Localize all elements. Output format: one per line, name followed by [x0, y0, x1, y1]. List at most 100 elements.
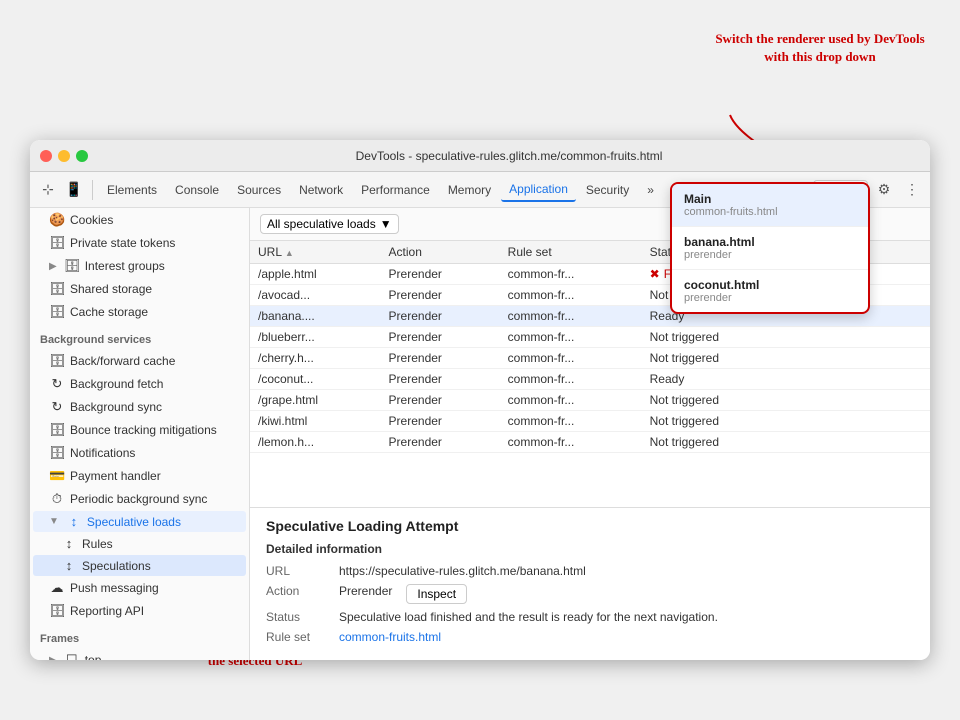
sidebar-item-cookies[interactable]: 🍪 Cookies — [33, 209, 246, 231]
cell-ruleset: common-fr... — [500, 432, 642, 453]
sidebar-item-notifications[interactable]: 🗄 Notifications — [33, 442, 246, 464]
tab-sources[interactable]: Sources — [229, 179, 289, 201]
ruleset-label: Rule set — [266, 630, 331, 644]
filter-dropdown-arrow: ▼ — [380, 217, 392, 231]
sidebar-label-payment: Payment handler — [70, 469, 161, 483]
toolbar-separator — [92, 180, 93, 200]
tab-performance[interactable]: Performance — [353, 179, 438, 201]
filter-dropdown[interactable]: All speculative loads ▼ — [260, 214, 399, 234]
sidebar-label-notifications: Notifications — [70, 446, 135, 460]
sidebar-item-reporting-api[interactable]: 🗄 Reporting API — [33, 600, 246, 622]
cell-status: Not triggered — [642, 348, 930, 369]
spec-loads-icon: ↕ — [66, 514, 82, 529]
sidebar-item-push-messaging[interactable]: ☁ Push messaging — [33, 577, 246, 599]
periodic-icon: ⏱ — [49, 491, 65, 507]
cell-url: /avocad... — [250, 285, 381, 306]
table-row[interactable]: /lemon.h...Prerendercommon-fr...Not trig… — [250, 432, 930, 453]
cell-action: Prerender — [381, 264, 500, 285]
table-row[interactable]: /cherry.h...Prerendercommon-fr...Not tri… — [250, 348, 930, 369]
sidebar-item-speculations[interactable]: ↕ Speculations — [33, 555, 246, 576]
devtools-window: DevTools - speculative-rules.glitch.me/c… — [30, 140, 930, 660]
status-value: Speculative load finished and the result… — [339, 610, 718, 624]
sidebar-label-backforward: Back/forward cache — [70, 354, 175, 368]
cell-status: Not triggered — [642, 432, 930, 453]
renderer-item-sub: prerender — [684, 249, 856, 261]
sidebar-item-bounce-tracking[interactable]: 🗄 Bounce tracking mitigations — [33, 419, 246, 441]
filter-label: All speculative loads — [267, 217, 376, 231]
cursor-icon[interactable]: ⊹ — [36, 178, 60, 202]
col-action: Action — [381, 241, 500, 264]
tab-security[interactable]: Security — [578, 179, 637, 201]
detail-row-url: URL https://speculative-rules.glitch.me/… — [266, 564, 914, 578]
frame-icon: ☐ — [64, 652, 80, 660]
close-button[interactable] — [40, 150, 52, 162]
tab-network[interactable]: Network — [291, 179, 351, 201]
cell-status: Not triggered — [642, 390, 930, 411]
sidebar-item-speculative-loads[interactable]: ▼ ↕ Speculative loads — [33, 511, 246, 532]
renderer-item-sub: common-fruits.html — [684, 206, 856, 218]
renderer-item-sub: prerender — [684, 292, 856, 304]
cell-action: Prerender — [381, 432, 500, 453]
cell-url: /cherry.h... — [250, 348, 381, 369]
sidebar-item-bg-sync[interactable]: ↻ Background sync — [33, 396, 246, 418]
sidebar-item-periodic-sync[interactable]: ⏱ Periodic background sync — [33, 488, 246, 510]
window-title: DevTools - speculative-rules.glitch.me/c… — [98, 149, 920, 163]
url-label: URL — [266, 564, 331, 578]
tab-more[interactable]: » — [639, 179, 662, 201]
tab-elements[interactable]: Elements — [99, 179, 165, 201]
sidebar-item-payment-handler[interactable]: 💳 Payment handler — [33, 465, 246, 487]
renderer-popup-item[interactable]: Main common-fruits.html — [672, 184, 868, 227]
settings-icon[interactable]: ⚙ — [872, 178, 896, 202]
tab-application[interactable]: Application — [501, 178, 576, 202]
sidebar-label-bg-fetch: Background fetch — [70, 377, 163, 391]
payment-icon: 💳 — [49, 468, 65, 484]
sidebar-item-cache-storage[interactable]: 🗄 Cache storage — [33, 301, 246, 323]
sidebar-item-shared-storage[interactable]: 🗄 Shared storage — [33, 278, 246, 300]
bg-fetch-icon: ↻ — [49, 376, 65, 392]
sidebar-item-private-state-tokens[interactable]: 🗄 Private state tokens — [33, 232, 246, 254]
sidebar-label-reporting: Reporting API — [70, 604, 144, 618]
col-url: URL ▲ — [250, 241, 381, 264]
bg-services-header: Background services — [30, 324, 249, 349]
renderer-item-title: banana.html — [684, 235, 856, 249]
sidebar-item-frames-top[interactable]: ▶ ☐ top — [33, 649, 246, 660]
table-row[interactable]: /grape.htmlPrerendercommon-fr...Not trig… — [250, 390, 930, 411]
sidebar-item-bg-fetch[interactable]: ↻ Background fetch — [33, 373, 246, 395]
sidebar-label-push: Push messaging — [70, 581, 159, 595]
more-icon[interactable]: ⋮ — [900, 178, 924, 202]
sidebar-item-interest-groups[interactable]: ▶ 🗄 Interest groups — [33, 255, 246, 277]
sidebar-label-rules: Rules — [82, 537, 113, 551]
renderer-popup-item[interactable]: coconut.html prerender — [672, 270, 868, 312]
cell-status: Not triggered — [642, 411, 930, 432]
maximize-button[interactable] — [76, 150, 88, 162]
cell-url: /banana.... — [250, 306, 381, 327]
renderer-popup-item[interactable]: banana.html prerender — [672, 227, 868, 270]
backforward-icon: 🗄 — [49, 353, 65, 369]
sidebar-label-periodic: Periodic background sync — [70, 492, 207, 506]
inspect-button[interactable]: Inspect — [406, 584, 467, 604]
expand-icon: ▶ — [49, 261, 57, 272]
table-row[interactable]: /kiwi.htmlPrerendercommon-fr...Not trigg… — [250, 411, 930, 432]
cell-action: Prerender — [381, 390, 500, 411]
cell-ruleset: common-fr... — [500, 369, 642, 390]
cell-action: Prerender — [381, 285, 500, 306]
detail-title: Speculative Loading Attempt — [266, 518, 914, 534]
cell-url: /lemon.h... — [250, 432, 381, 453]
sidebar-item-backforward-cache[interactable]: 🗄 Back/forward cache — [33, 350, 246, 372]
cookie-icon: 🍪 — [49, 212, 65, 228]
cell-action: Prerender — [381, 411, 500, 432]
status-label: Status — [266, 610, 331, 624]
table-row[interactable]: /blueberr...Prerendercommon-fr...Not tri… — [250, 327, 930, 348]
minimize-button[interactable] — [58, 150, 70, 162]
tab-console[interactable]: Console — [167, 179, 227, 201]
device-icon[interactable]: 📱 — [62, 178, 86, 202]
cell-ruleset: common-fr... — [500, 390, 642, 411]
table-row[interactable]: /coconut...Prerendercommon-fr...Ready — [250, 369, 930, 390]
ruleset-link[interactable]: common-fruits.html — [339, 630, 441, 644]
sidebar-label-bounce: Bounce tracking mitigations — [70, 423, 217, 437]
sidebar-label-interest: Interest groups — [85, 259, 165, 273]
sidebar-item-rules[interactable]: ↕ Rules — [33, 533, 246, 554]
tab-memory[interactable]: Memory — [440, 179, 499, 201]
sidebar-label-speculative-loads: Speculative loads — [87, 515, 181, 529]
expand-down-icon: ▼ — [49, 516, 59, 527]
